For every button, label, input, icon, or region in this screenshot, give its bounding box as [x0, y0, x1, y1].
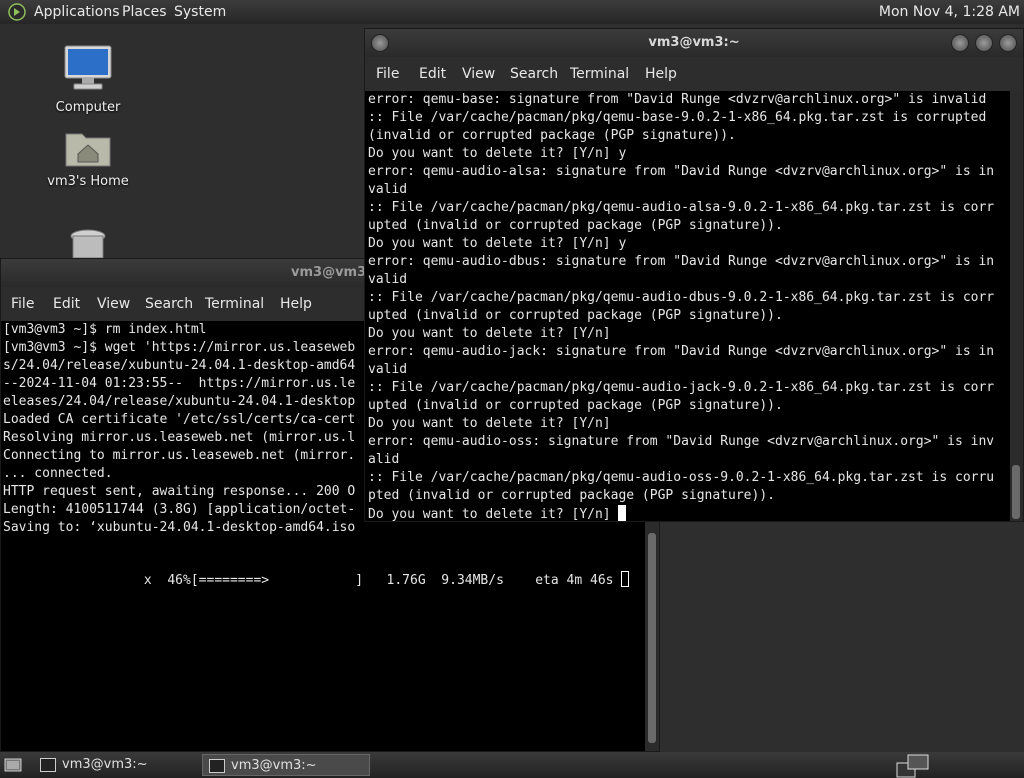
terminal-line: Do you want to delete it? [Y/n]: [368, 326, 611, 341]
terminal-icon: [40, 758, 56, 772]
gnome-foot-icon[interactable]: [8, 3, 26, 21]
show-desktop-icon[interactable]: [4, 757, 22, 773]
scrollbar-thumb[interactable]: [1012, 465, 1020, 519]
menu-edit[interactable]: Edit: [419, 57, 446, 91]
taskbar-item-label: vm3@vm3:~: [62, 757, 148, 772]
menu-help[interactable]: Help: [280, 287, 312, 321]
terminal-line: upted (invalid or corrupted package (PGP…: [368, 398, 783, 413]
terminal-line: (invalid or corrupted package (PGP signa…: [368, 128, 736, 143]
terminal-line: Do you want to delete it? [Y/n] y: [368, 236, 627, 251]
menu-terminal[interactable]: Terminal: [205, 287, 264, 321]
home-folder-icon: [65, 133, 111, 167]
trash-icon: [70, 229, 106, 259]
terminal-line: error: qemu-audio-oss: signature from "D…: [368, 434, 995, 449]
menu-view[interactable]: View: [97, 287, 130, 321]
minimize-button[interactable]: [951, 34, 969, 52]
terminal-line: Do you want to delete it? [Y/n]: [368, 507, 619, 521]
menu-help[interactable]: Help: [645, 57, 677, 91]
desktop-icon-trash[interactable]: [38, 228, 138, 262]
menu-edit[interactable]: Edit: [53, 287, 80, 321]
menu-view[interactable]: View: [462, 57, 495, 91]
terminal-line: :: File /var/cache/pacman/pkg/qemu-audio…: [368, 200, 995, 215]
terminal-line-progress: x 46%[========> ] 1.76G 9.34MB/s eta 4m …: [3, 571, 645, 589]
terminal-line: Do you want to delete it? [Y/n]: [368, 416, 611, 431]
terminal-line: Do you want to delete it? [Y/n] y: [368, 146, 627, 161]
terminal-line: :: File /var/cache/pacman/pkg/qemu-audio…: [368, 380, 995, 395]
terminal-line: valid: [368, 272, 408, 287]
desktop-icon-label: Computer: [55, 100, 121, 115]
terminal-cursor: [618, 505, 627, 521]
places-menu[interactable]: Places: [122, 0, 167, 24]
menu-search[interactable]: Search: [510, 57, 558, 91]
desktop-icon-label: vm3's Home: [47, 174, 129, 189]
terminal-line: pted (invalid or corrupted package (PGP …: [368, 488, 775, 503]
close-button[interactable]: [999, 34, 1017, 52]
terminal-line: upted (invalid or corrupted package (PGP…: [368, 308, 783, 323]
window-menubar: File Edit View Search Terminal Help: [365, 57, 1023, 91]
desktop-icon-computer[interactable]: Computer: [38, 44, 138, 115]
terminal-output-front[interactable]: error: qemu-base: signature from "David …: [368, 91, 1009, 521]
terminal-icon: [209, 759, 225, 773]
computer-icon: [64, 45, 112, 90]
menu-search[interactable]: Search: [145, 287, 193, 321]
terminal-line: error: qemu-base: signature from "David …: [368, 92, 987, 107]
terminal-line: error: qemu-audio-alsa: signature from "…: [368, 164, 995, 179]
applications-menu[interactable]: Applications: [34, 0, 120, 24]
menu-file[interactable]: File: [11, 287, 34, 321]
terminal-window-front[interactable]: vm3@vm3:~ File Edit View Search Terminal…: [364, 28, 1024, 522]
taskbar-item-terminal-2[interactable]: vm3@vm3:~: [202, 754, 370, 776]
terminal-prompt-line: Do you want to delete it? [Y/n]: [368, 505, 1009, 521]
terminal-line: error: qemu-audio-jack: signature from "…: [368, 344, 995, 359]
terminal-line: alid: [368, 452, 400, 467]
terminal-line: error: qemu-audio-dbus: signature from "…: [368, 254, 995, 269]
terminal-scrollbar-front[interactable]: [1010, 91, 1023, 521]
terminal-cursor: [621, 571, 630, 587]
window-titlebar[interactable]: vm3@vm3:~: [365, 29, 1023, 57]
terminal-line: :: File /var/cache/pacman/pkg/qemu-base-…: [368, 110, 987, 125]
workspace-switcher-icon[interactable]: [896, 754, 930, 778]
window-title: vm3@vm3:~: [648, 35, 740, 50]
terminal-line: :: File /var/cache/pacman/pkg/qemu-audio…: [368, 290, 995, 305]
taskbar-item-label: vm3@vm3:~: [231, 758, 317, 773]
terminal-line: valid: [368, 182, 408, 197]
terminal-line: :: File /var/cache/pacman/pkg/qemu-audio…: [368, 470, 995, 485]
maximize-button[interactable]: [975, 34, 993, 52]
scrollbar-thumb[interactable]: [648, 533, 656, 743]
desktop-icon-home[interactable]: vm3's Home: [38, 128, 138, 189]
menu-file[interactable]: File: [376, 57, 399, 91]
terminal-line: valid: [368, 362, 408, 377]
terminal-line: upted (invalid or corrupted package (PGP…: [368, 218, 783, 233]
download-progress-text: x 46%[========> ] 1.76G 9.34MB/s eta 4m …: [3, 573, 622, 588]
bottom-panel: vm3@vm3:~ vm3@vm3:~: [0, 752, 1024, 778]
menu-terminal[interactable]: Terminal: [570, 57, 629, 91]
taskbar-item-terminal-1[interactable]: vm3@vm3:~: [34, 754, 200, 776]
panel-clock[interactable]: Mon Nov 4, 1:28 AM: [879, 0, 1020, 24]
top-panel: Applications Places System Mon Nov 4, 1:…: [0, 0, 1024, 24]
system-menu[interactable]: System: [174, 0, 226, 24]
